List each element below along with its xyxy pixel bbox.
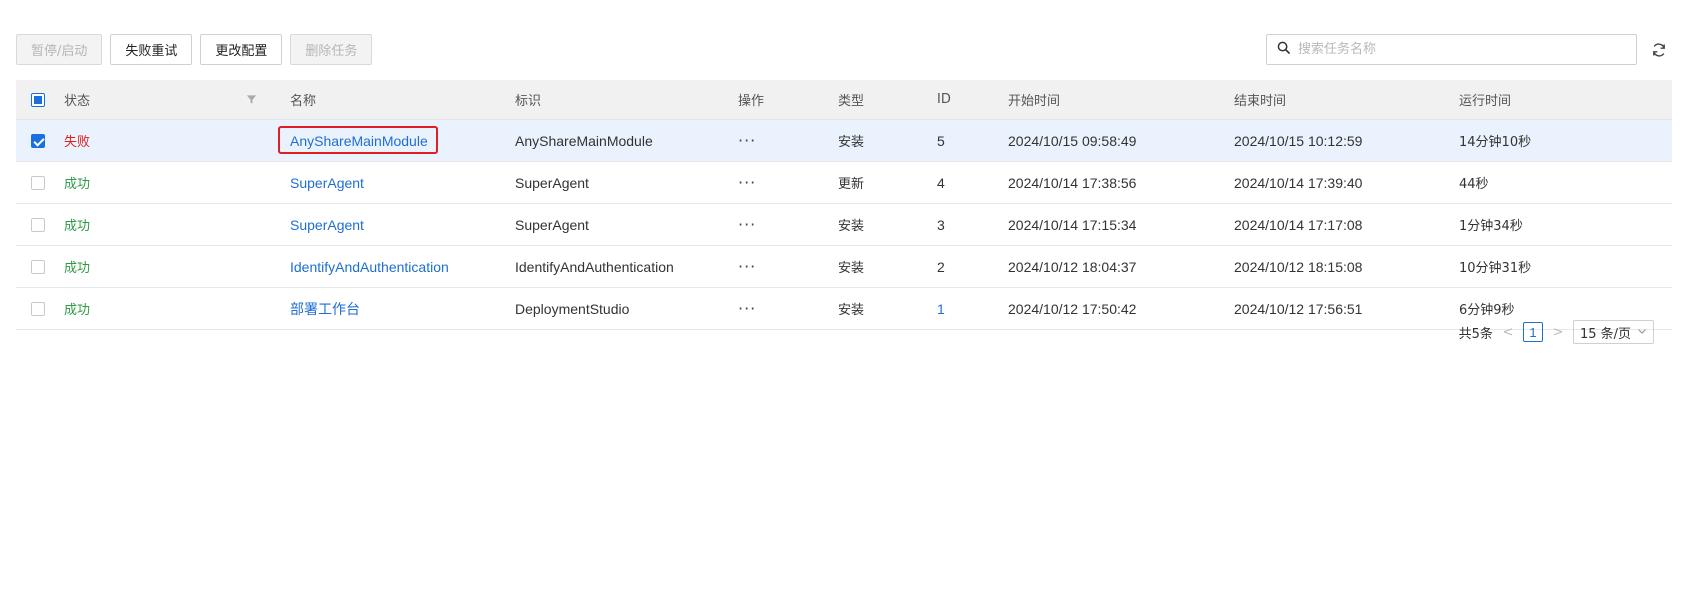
- end-time: 2024/10/12 18:15:08: [1234, 258, 1363, 275]
- page-size-label: 15 条/页: [1579, 326, 1631, 342]
- table-row[interactable]: 成功 SuperAgent SuperAgent ··· 安装 3 2024/1…: [16, 204, 1672, 246]
- more-actions-icon[interactable]: ···: [738, 288, 756, 329]
- more-actions-icon[interactable]: ···: [738, 204, 756, 245]
- task-id: 2: [937, 258, 945, 275]
- refresh-icon[interactable]: [1649, 40, 1669, 60]
- header-run-time: 运行时间: [1459, 94, 1512, 109]
- select-all-checkbox[interactable]: [31, 92, 45, 107]
- header-tag: 标识: [515, 94, 542, 109]
- next-page-icon[interactable]: >: [1551, 325, 1565, 340]
- header-operation: 操作: [738, 94, 765, 109]
- header-end-time: 结束时间: [1234, 94, 1287, 109]
- table-row[interactable]: 成功 部署工作台 DeploymentStudio ··· 安装 1 2024/…: [16, 288, 1672, 330]
- page-size-select[interactable]: 15 条/页: [1572, 320, 1654, 344]
- row-checkbox-cell: [31, 120, 45, 161]
- pagination: 共5条 < 1 > 15 条/页: [1459, 320, 1654, 344]
- task-name-link[interactable]: SuperAgent: [290, 175, 364, 191]
- pause-start-button[interactable]: 暂停/启动: [16, 34, 103, 65]
- task-tag: AnyShareMainModule: [515, 132, 653, 149]
- header-type: 类型: [838, 94, 865, 109]
- task-tag: DeploymentStudio: [515, 300, 630, 317]
- table-row[interactable]: 成功 SuperAgent SuperAgent ··· 更新 4 2024/1…: [16, 162, 1672, 204]
- start-time: 2024/10/12 18:04:37: [1008, 258, 1137, 275]
- status-text: 失败: [64, 135, 91, 150]
- start-time: 2024/10/14 17:38:56: [1008, 174, 1137, 191]
- end-time: 2024/10/14 17:17:08: [1234, 216, 1363, 233]
- table-row[interactable]: 成功 IdentifyAndAuthentication IdentifyAnd…: [16, 246, 1672, 288]
- task-id: 4: [937, 174, 945, 191]
- filter-icon[interactable]: [246, 80, 257, 119]
- end-time: 2024/10/15 10:12:59: [1234, 132, 1363, 149]
- table-header: 状态 名称 标识 操作 类型 ID 开始时间 结束时间 运行时间: [16, 80, 1672, 120]
- run-time: 44秒: [1459, 177, 1489, 192]
- task-type: 安装: [838, 135, 865, 150]
- task-name-link[interactable]: AnyShareMainModule: [290, 133, 428, 149]
- toolbar: 暂停/启动 失败重试 更改配置 删除任务: [16, 34, 373, 65]
- delete-task-button[interactable]: 删除任务: [290, 34, 373, 65]
- task-id: 5: [937, 132, 945, 149]
- end-time: 2024/10/14 17:39:40: [1234, 174, 1363, 191]
- run-time: 1分钟34秒: [1459, 219, 1523, 234]
- run-time: 14分钟10秒: [1459, 135, 1532, 150]
- task-table: 状态 名称 标识 操作 类型 ID 开始时间 结束时间 运行时间 失败 AnyS…: [16, 80, 1672, 330]
- task-name-link[interactable]: 部署工作台: [290, 299, 360, 319]
- task-id: 3: [937, 216, 945, 233]
- row-checkbox[interactable]: [31, 217, 45, 232]
- task-type: 安装: [838, 303, 865, 318]
- retry-failed-button[interactable]: 失败重试: [110, 34, 193, 65]
- table-row[interactable]: 失败 AnyShareMainModule AnyShareMainModule…: [16, 120, 1672, 162]
- status-text: 成功: [64, 177, 91, 192]
- total-count: 共5条: [1458, 326, 1493, 342]
- more-actions-icon[interactable]: ···: [738, 246, 756, 287]
- status-text: 成功: [64, 219, 91, 234]
- status-text: 成功: [64, 303, 91, 318]
- select-all-cell: [31, 80, 45, 119]
- end-time: 2024/10/12 17:56:51: [1234, 300, 1363, 317]
- chevron-down-icon: [1637, 325, 1647, 340]
- start-time: 2024/10/12 17:50:42: [1008, 300, 1137, 317]
- start-time: 2024/10/15 09:58:49: [1008, 132, 1137, 149]
- row-checkbox[interactable]: [31, 301, 45, 316]
- more-actions-icon[interactable]: ···: [738, 120, 756, 161]
- row-checkbox[interactable]: [31, 175, 45, 190]
- task-type: 安装: [838, 219, 865, 234]
- task-id: 1: [937, 300, 945, 317]
- task-tag: SuperAgent: [515, 174, 589, 191]
- task-type: 更新: [838, 177, 865, 192]
- run-time: 10分钟31秒: [1459, 261, 1532, 276]
- row-checkbox-cell: [31, 204, 45, 245]
- row-checkbox[interactable]: [31, 133, 45, 148]
- row-checkbox[interactable]: [31, 259, 45, 274]
- row-checkbox-cell: [31, 246, 45, 287]
- row-checkbox-cell: [31, 162, 45, 203]
- search-input[interactable]: [1296, 41, 1636, 58]
- prev-page-icon[interactable]: <: [1501, 325, 1515, 340]
- search-icon: [1277, 41, 1290, 58]
- search-box[interactable]: [1266, 34, 1637, 65]
- page-number-current[interactable]: 1: [1522, 322, 1543, 342]
- status-text: 成功: [64, 261, 91, 276]
- header-id: ID: [937, 92, 951, 107]
- row-checkbox-cell: [31, 288, 45, 329]
- change-config-button[interactable]: 更改配置: [200, 34, 283, 65]
- header-status[interactable]: 状态: [64, 80, 90, 119]
- task-tag: IdentifyAndAuthentication: [515, 258, 674, 275]
- task-name-link[interactable]: SuperAgent: [290, 217, 364, 233]
- task-list-page: 暂停/启动 失败重试 更改配置 删除任务 状态: [0, 0, 1683, 593]
- header-name: 名称: [290, 94, 317, 109]
- more-actions-icon[interactable]: ···: [738, 162, 756, 203]
- header-start-time: 开始时间: [1008, 94, 1061, 109]
- start-time: 2024/10/14 17:15:34: [1008, 216, 1137, 233]
- task-type: 安装: [838, 261, 865, 276]
- task-tag: SuperAgent: [515, 216, 589, 233]
- task-name-link[interactable]: IdentifyAndAuthentication: [290, 259, 449, 275]
